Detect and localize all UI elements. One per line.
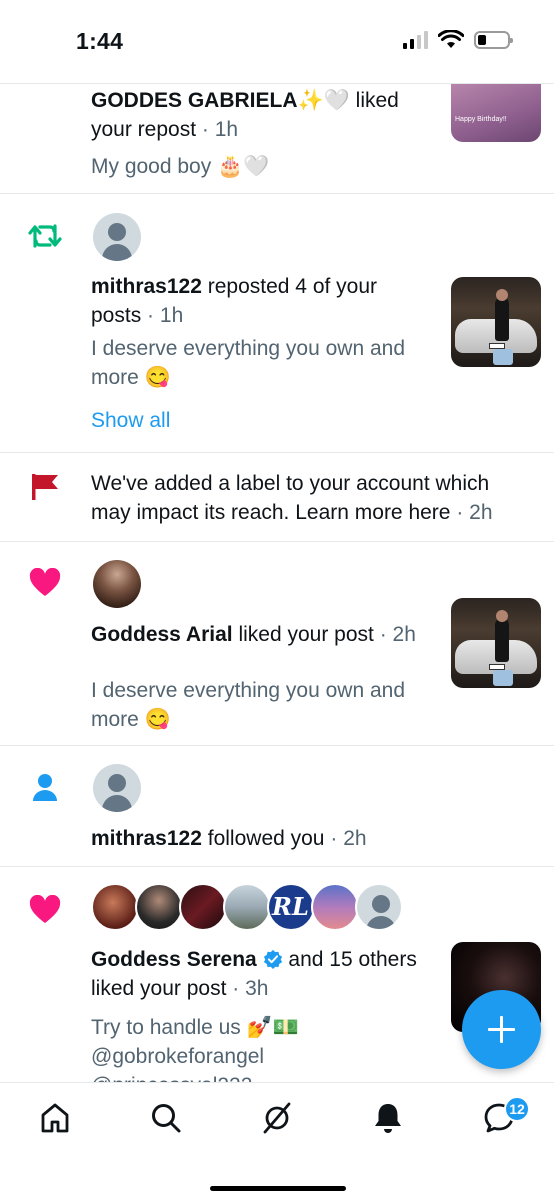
notification-time: 2h bbox=[392, 623, 416, 646]
notification-item[interactable]: GODDES GABRIELA✨🤍 liked your repost · 1h… bbox=[0, 84, 554, 194]
notification-action: followed you bbox=[207, 827, 325, 850]
post-mention[interactable]: @gobrokeforangel bbox=[91, 1042, 264, 1071]
status-time: 1:44 bbox=[76, 28, 124, 54]
notification-item[interactable]: mithras122 reposted 4 of your posts · 1h… bbox=[0, 194, 554, 453]
heart-icon bbox=[29, 895, 61, 923]
avatar[interactable] bbox=[311, 883, 359, 931]
notification-time: 1h bbox=[214, 118, 239, 141]
avatar-row: RL bbox=[91, 883, 403, 931]
show-all-link[interactable]: Show all bbox=[91, 406, 170, 435]
avatar[interactable] bbox=[135, 883, 183, 931]
post-snippet: My good boy 🎂🤍 bbox=[91, 155, 270, 178]
time-separator: · bbox=[147, 304, 155, 327]
post-thumbnail[interactable]: Happy Birthday!! bbox=[451, 84, 541, 142]
notification-actor[interactable]: Goddess Arial bbox=[91, 623, 233, 646]
time-separator: · bbox=[379, 623, 387, 646]
avatar[interactable]: RL bbox=[267, 883, 315, 931]
notification-actor[interactable]: Goddess Serena bbox=[91, 948, 257, 971]
avatar[interactable] bbox=[91, 883, 139, 931]
messages-badge: 12 bbox=[504, 1096, 530, 1122]
status-bar: 1:44 bbox=[0, 0, 554, 84]
notification-time: 1h bbox=[159, 304, 184, 327]
grok-icon[interactable] bbox=[260, 1101, 294, 1135]
avatar[interactable] bbox=[223, 883, 271, 931]
verified-badge-icon bbox=[263, 949, 282, 969]
label-message[interactable]: We've added a label to your account whic… bbox=[91, 472, 489, 524]
status-icons bbox=[403, 30, 513, 50]
notification-item[interactable]: mithras122 followed you · 2h bbox=[0, 746, 554, 867]
notification-actor[interactable]: GODDES GABRIELA✨🤍 bbox=[91, 89, 350, 112]
avatar[interactable] bbox=[355, 883, 403, 931]
avatar[interactable] bbox=[93, 560, 141, 608]
compose-post-button[interactable] bbox=[462, 990, 541, 1069]
notification-item[interactable]: Goddess Arial liked your post · 2h I des… bbox=[0, 542, 554, 746]
post-snippet: Try to handle us 💅💵 bbox=[91, 1016, 299, 1039]
time-separator: · bbox=[201, 118, 209, 141]
avatar[interactable] bbox=[93, 764, 141, 812]
time-separator: · bbox=[232, 977, 240, 1000]
home-icon[interactable] bbox=[38, 1101, 72, 1135]
post-thumbnail[interactable] bbox=[451, 598, 541, 688]
time-separator: · bbox=[330, 827, 338, 850]
home-indicator bbox=[210, 1186, 346, 1191]
avatar[interactable] bbox=[179, 883, 227, 931]
post-snippet: I deserve everything you own and more 😋 bbox=[91, 337, 406, 389]
post-thumbnail[interactable] bbox=[451, 277, 541, 367]
wifi-icon bbox=[438, 30, 464, 48]
time-separator: · bbox=[456, 501, 464, 524]
notification-actor[interactable]: mithras122 bbox=[91, 275, 202, 298]
notifications-icon[interactable] bbox=[371, 1101, 405, 1135]
post-snippet: I deserve everything you own and more 😋 bbox=[91, 679, 406, 731]
bottom-nav: 12 bbox=[0, 1082, 554, 1200]
heart-icon bbox=[29, 568, 61, 596]
battery-icon bbox=[474, 31, 513, 49]
avatar[interactable] bbox=[93, 213, 141, 261]
notification-item[interactable]: We've added a label to your account whic… bbox=[0, 453, 554, 542]
search-icon[interactable] bbox=[149, 1101, 183, 1135]
notification-time: 3h bbox=[245, 977, 269, 1000]
repost-icon bbox=[28, 224, 62, 248]
flag-icon bbox=[32, 474, 58, 500]
thumbnail-caption: Happy Birthday!! bbox=[455, 116, 507, 123]
notification-time: 2h bbox=[469, 501, 493, 524]
notification-actor[interactable]: mithras122 bbox=[91, 827, 202, 850]
person-icon bbox=[33, 774, 57, 801]
cellular-signal-icon bbox=[403, 31, 428, 49]
notification-action: liked your post bbox=[238, 623, 374, 646]
notification-time: 2h bbox=[343, 827, 367, 850]
